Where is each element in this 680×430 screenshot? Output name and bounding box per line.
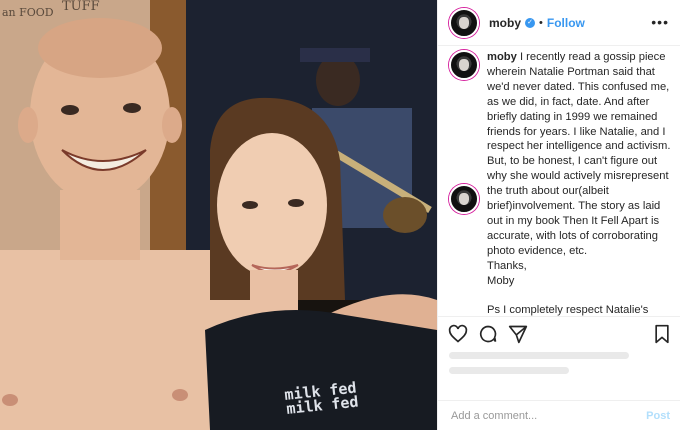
caption-ps: Ps I completely respect Natalie's possib… [487,304,649,316]
photo-illustration: an FOOD TUFF milk fed milk fed [0,0,437,430]
caption-text: moby I recently read a gossip piece wher… [487,50,672,316]
separator-dot: • [539,16,543,29]
more-options-icon[interactable]: ••• [651,14,669,30]
blurred-timestamp-line [449,367,569,374]
caption-body: I recently read a gossip piece wherein N… [487,51,674,257]
avatar[interactable] [449,7,479,38]
instagram-post: an FOOD TUFF milk fed milk fed moby ✓ • … [0,0,680,430]
verified-badge-icon: ✓ [525,17,536,28]
blurred-likes-line [449,352,629,359]
avatar[interactable] [449,50,479,80]
post-header: moby ✓ • Follow ••• [438,0,680,46]
caption-signoff: Moby [487,274,515,287]
action-bar [438,316,680,350]
comment-box: Post [438,400,680,430]
post-comment-button[interactable]: Post [646,410,670,422]
comment-input[interactable] [449,408,623,423]
follow-button[interactable]: Follow [547,16,585,30]
likes-blurred [449,352,649,382]
avatar[interactable] [449,184,479,214]
post-photo[interactable]: an FOOD TUFF milk fed milk fed [0,0,437,430]
heart-icon[interactable] [448,324,468,344]
comment-icon[interactable] [478,324,498,344]
post-side-panel: moby ✓ • Follow ••• moby I recently read… [437,0,680,430]
caption-thanks: Thanks, [487,259,527,272]
username-link[interactable]: moby [489,16,521,30]
caption-area: moby I recently read a gossip piece wher… [438,46,680,316]
wall-graffiti: an FOOD [2,6,54,19]
bookmark-icon[interactable] [653,324,671,344]
caption-username[interactable]: moby [487,51,517,63]
share-icon[interactable] [508,324,528,344]
wall-graffiti: TUFF [62,0,100,14]
